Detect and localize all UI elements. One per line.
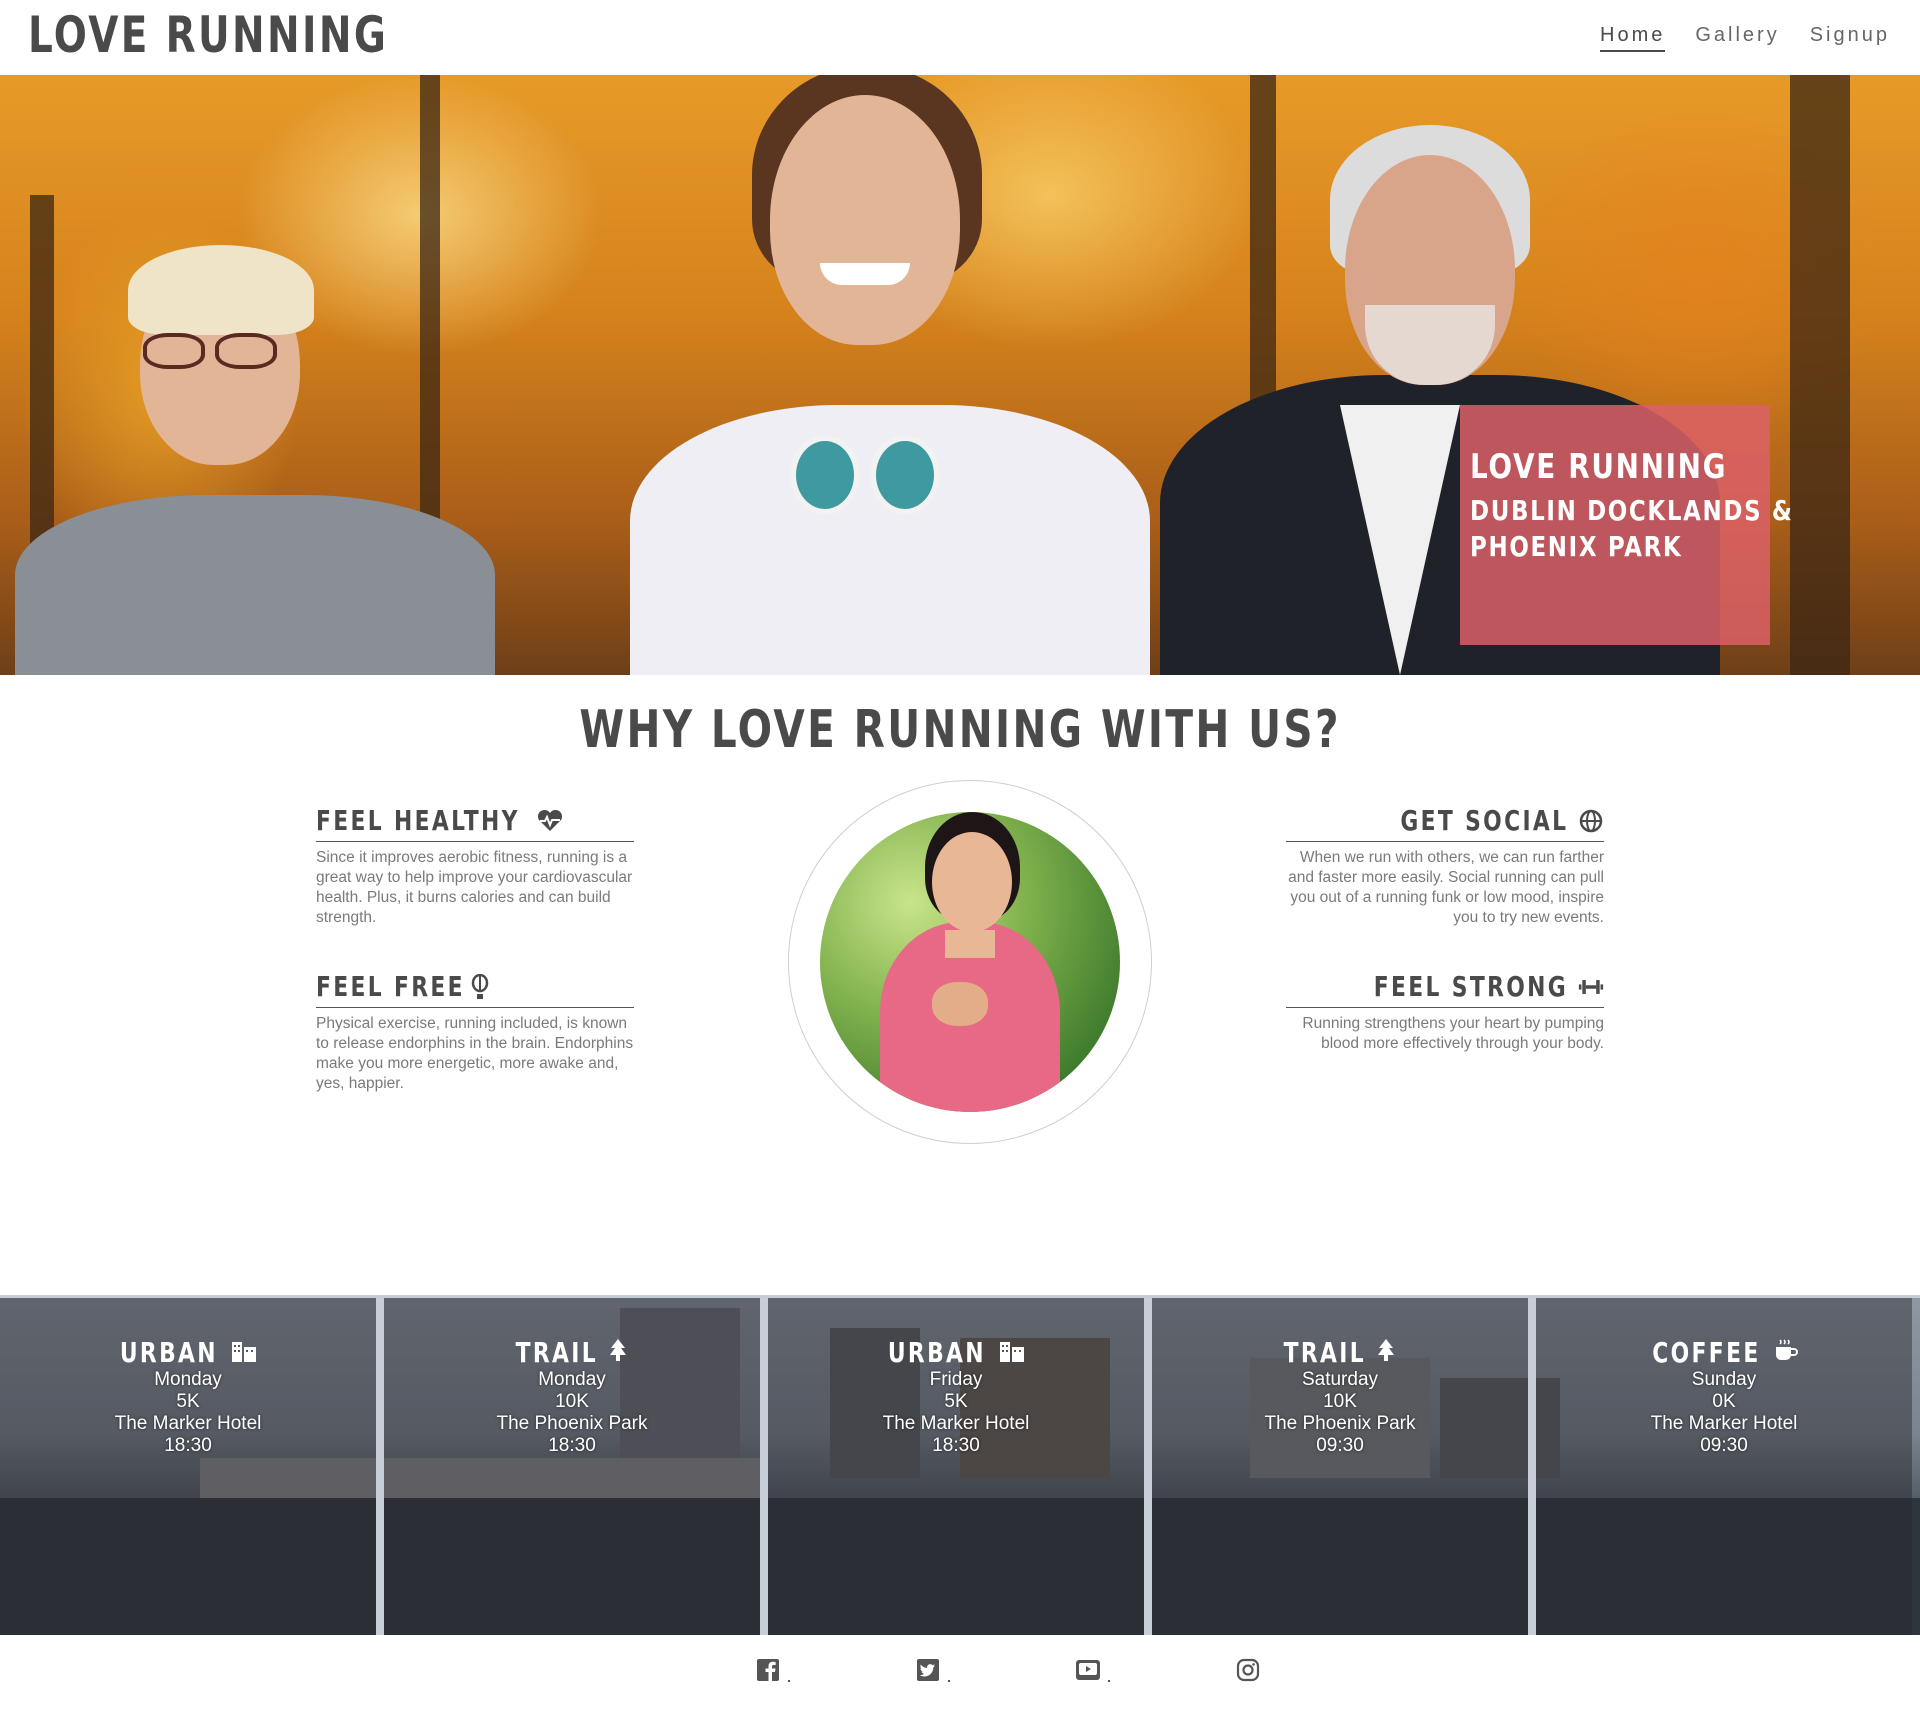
run-card-trail-saturday[interactable]: TRAIL Saturday 10K The Phoenix Park 09:3…: [1152, 1298, 1528, 1635]
run-type: COFFEE: [1651, 1336, 1761, 1369]
twitter-icon[interactable]: [910, 1652, 950, 1688]
feature-feel-free: FEEL FREE Physical exercise, running inc…: [316, 970, 634, 1094]
runs-schedule: URBAN Monday 5K The Marker Hotel 18:30 T…: [0, 1295, 1920, 1635]
run-time: 18:30: [164, 1435, 212, 1456]
feature-text: When we run with others, we can run fart…: [1288, 849, 1604, 926]
run-type: URBAN: [887, 1336, 987, 1369]
run-location: The Phoenix Park: [1264, 1413, 1416, 1434]
section-title: WHY LOVE RUNNING WITH US?: [579, 700, 1341, 760]
building-icon: [230, 1338, 258, 1367]
run-distance: 0K: [1712, 1391, 1736, 1412]
hero-banner: LOVE RUNNING DUBLIN DOCKLANDS & PHOENIX …: [0, 75, 1920, 675]
nav-item-gallery[interactable]: Gallery: [1695, 24, 1779, 52]
nav-item-home[interactable]: Home: [1600, 24, 1666, 52]
card-divider: [1528, 1298, 1536, 1635]
run-day: Monday: [154, 1369, 222, 1390]
run-time: 18:30: [548, 1435, 596, 1456]
balloon-icon: [467, 973, 493, 1000]
run-location: The Marker Hotel: [114, 1413, 262, 1434]
card-divider: [760, 1298, 768, 1635]
run-type: TRAIL: [515, 1336, 599, 1369]
tree-icon: [1376, 1338, 1396, 1367]
feature-get-social: GET SOCIAL When we run with others, we c…: [1286, 804, 1604, 928]
tree-icon: [608, 1338, 628, 1367]
run-type: TRAIL: [1283, 1336, 1367, 1369]
feature-title: FEEL STRONG: [1373, 970, 1568, 1003]
heartbeat-icon: [537, 808, 563, 834]
feature-feel-strong: FEEL STRONG Running strengthens your hea…: [1286, 970, 1604, 1054]
run-card-trail-monday[interactable]: TRAIL Monday 10K The Phoenix Park 18:30: [384, 1298, 760, 1635]
runner-photo: [820, 812, 1120, 1112]
run-distance: 5K: [176, 1391, 200, 1412]
run-location: The Marker Hotel: [882, 1413, 1030, 1434]
hero-caption-line2: PHOENIX PARK: [1470, 530, 1683, 563]
tree-trunk: [1790, 75, 1850, 675]
run-card-urban-monday[interactable]: URBAN Monday 5K The Marker Hotel 18:30: [0, 1298, 376, 1635]
globe-icon: [1578, 808, 1604, 834]
hero-caption-title: LOVE RUNNING: [1470, 447, 1728, 487]
facebook-icon[interactable]: [750, 1652, 790, 1688]
youtube-icon[interactable]: [1070, 1652, 1110, 1688]
feature-text: Physical exercise, running included, is …: [316, 1015, 634, 1092]
feature-title: GET SOCIAL: [1399, 804, 1568, 837]
feature-text: Running strengthens your heart by pumpin…: [1302, 1015, 1604, 1052]
run-day: Saturday: [1301, 1369, 1379, 1390]
run-distance: 10K: [1323, 1391, 1357, 1412]
hero-caption-line1: DUBLIN DOCKLANDS &: [1470, 494, 1794, 527]
nav-menu: Home Gallery Signup: [1600, 24, 1890, 52]
coffee-icon: [1773, 1338, 1799, 1367]
feature-text: Since it improves aerobic fitness, runni…: [316, 849, 633, 926]
hero-caption: LOVE RUNNING DUBLIN DOCKLANDS & PHOENIX …: [1460, 405, 1794, 645]
nav-item-signup[interactable]: Signup: [1810, 24, 1890, 52]
run-time: 09:30: [1700, 1435, 1748, 1456]
run-day: Friday: [929, 1369, 983, 1390]
feature-title: FEEL FREE: [316, 970, 465, 1003]
feature-feel-healthy: FEEL HEALTHY Since it improves aerobic f…: [316, 804, 634, 928]
run-time: 09:30: [1316, 1435, 1364, 1456]
dumbbell-icon: [1578, 974, 1604, 1000]
run-type: URBAN: [119, 1336, 219, 1369]
run-location: The Marker Hotel: [1650, 1413, 1798, 1434]
building-icon: [998, 1338, 1026, 1367]
run-location: The Phoenix Park: [496, 1413, 648, 1434]
brand-logo[interactable]: LOVE RUNNING: [28, 6, 388, 64]
run-card-coffee-sunday[interactable]: COFFEE Sunday 0K The Marker Hotel 09:30: [1536, 1298, 1912, 1635]
instagram-icon[interactable]: [1230, 1652, 1266, 1688]
navbar: LOVE RUNNING Home Gallery Signup: [0, 0, 1920, 75]
run-day: Sunday: [1691, 1369, 1757, 1390]
footer: [0, 1640, 1920, 1709]
feature-title: FEEL HEALTHY: [316, 804, 520, 837]
run-distance: 10K: [555, 1391, 589, 1412]
run-time: 18:30: [932, 1435, 980, 1456]
run-card-urban-friday[interactable]: URBAN Friday 5K The Marker Hotel 18:30: [768, 1298, 1144, 1635]
run-day: Monday: [538, 1369, 606, 1390]
card-divider: [1144, 1298, 1152, 1635]
run-distance: 5K: [944, 1391, 968, 1412]
card-divider: [376, 1298, 384, 1635]
